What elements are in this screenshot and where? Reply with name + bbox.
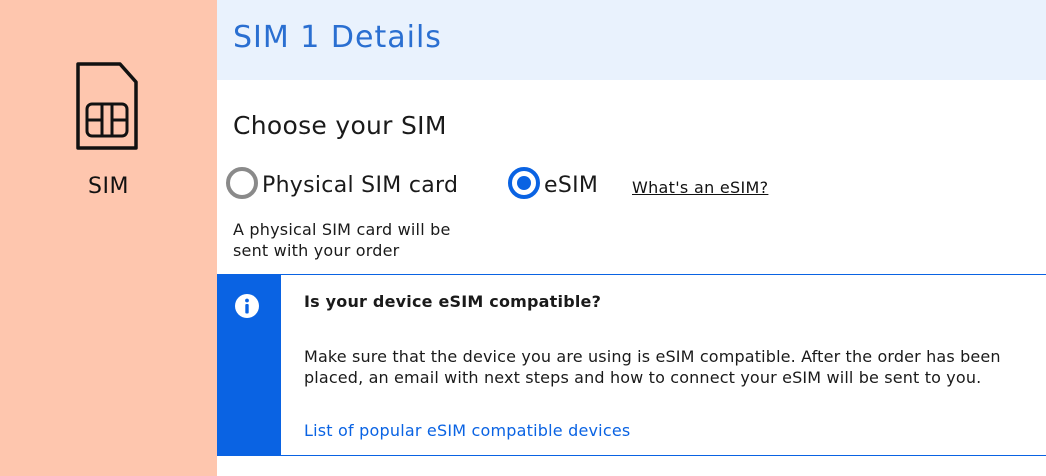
physical-sim-note: A physical SIM card will be sent with yo… bbox=[233, 220, 451, 260]
compatible-devices-link[interactable]: List of popular eSIM compatible devices bbox=[304, 421, 630, 440]
info-icon bbox=[235, 294, 259, 318]
section-title: Choose your SIM bbox=[233, 111, 447, 140]
esim-radio[interactable] bbox=[508, 167, 540, 199]
info-heading: Is your device eSIM compatible? bbox=[304, 292, 602, 311]
esim-compatibility-info-box: Is your device eSIM compatible? Make sur… bbox=[217, 274, 1046, 456]
page-title: SIM 1 Details bbox=[233, 20, 442, 55]
sidebar-label: SIM bbox=[88, 174, 129, 199]
esim-label[interactable]: eSIM bbox=[544, 173, 598, 198]
info-body: Make sure that the device you are using … bbox=[304, 347, 1001, 387]
physical-sim-radio[interactable] bbox=[226, 167, 258, 199]
sidebar: SIM bbox=[0, 0, 217, 476]
radio-selected-dot bbox=[517, 176, 531, 190]
sim-card-icon bbox=[76, 62, 138, 150]
page-header: SIM 1 Details bbox=[217, 0, 1046, 80]
whats-an-esim-link[interactable]: What's an eSIM? bbox=[632, 178, 768, 197]
physical-sim-label[interactable]: Physical SIM card bbox=[262, 173, 458, 198]
info-stripe bbox=[217, 275, 281, 455]
